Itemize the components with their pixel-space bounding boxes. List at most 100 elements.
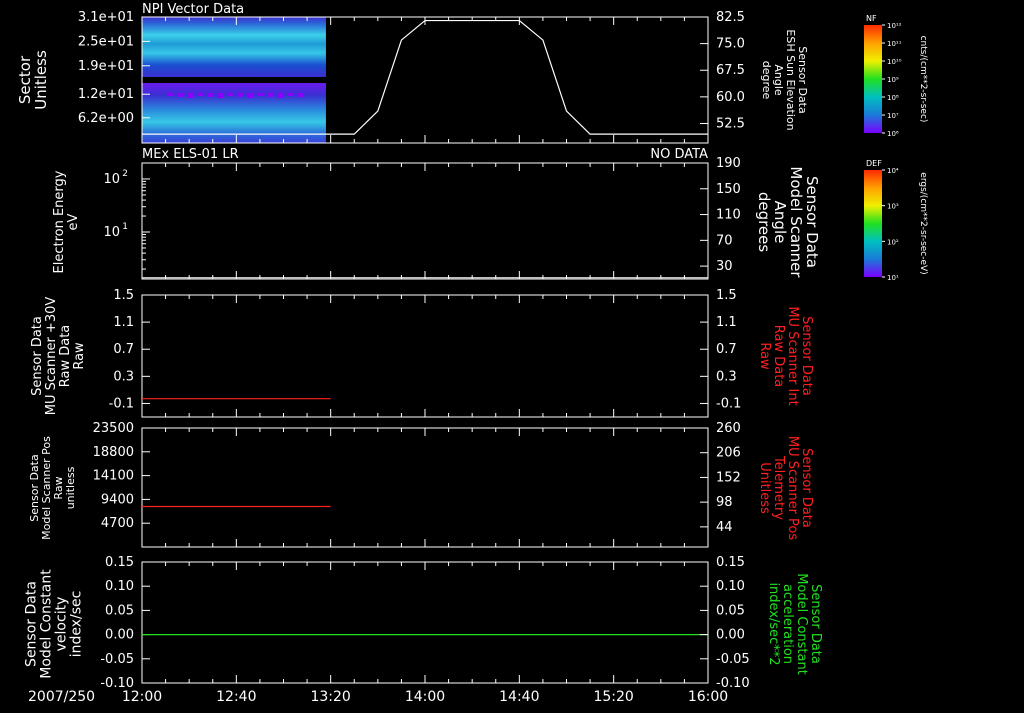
colorbar-tick-label: 10⁹ — [887, 76, 899, 84]
panel-5-right-ylabel-line: Sensor Data — [808, 584, 823, 664]
panel-5-right-ylabel-line: Model Constant — [794, 573, 809, 675]
panel-5-ylabel-line: Model Constant — [39, 569, 55, 679]
panel-3-right-ylabel-line: Raw — [757, 342, 772, 370]
panel-4-right-ylabel-line: Telemetry — [771, 455, 786, 520]
time-tick-label: 12:40 — [216, 689, 256, 705]
panel-3-ylabel-line: Raw — [72, 342, 87, 370]
heatmap-block-upper — [142, 17, 326, 77]
panel-4-right-ylabel-line: Sensor Data — [799, 448, 814, 528]
colorbar-tick-label: 10¹⁰ — [887, 58, 902, 66]
colorbar-tick-label: 10⁶ — [887, 130, 899, 138]
panel-5-ylabel-line: velocity — [54, 597, 70, 652]
right-y-tick-label: 152 — [716, 470, 741, 485]
panel-2-ylabel-line: Electron Energy — [52, 170, 67, 273]
panel-3-right-ylabel-line: MU Scanner Int — [785, 306, 800, 405]
panel-5-right-ylabel-line: acceleration — [780, 584, 795, 664]
right-y-tick-label: 0.3 — [716, 369, 737, 384]
right-y-tick-label: 110 — [716, 208, 741, 223]
right-y-tick-label: 30 — [716, 259, 733, 274]
time-tick-label: 12:00 — [122, 689, 162, 705]
heatmap-cell — [177, 93, 183, 97]
colorbar-nf — [864, 25, 882, 133]
time-tick-label: 14:40 — [499, 689, 539, 705]
heatmap-cell — [257, 93, 263, 96]
date-label: 2007/250 — [28, 689, 95, 705]
y-tick-label: 0.05 — [105, 603, 134, 618]
panel-3-ylabel: Sensor Data MU Scanner +30V Raw Data Raw — [30, 297, 87, 416]
panel-4-frame — [141, 427, 709, 548]
right-y-tick-label: 67.5 — [716, 63, 745, 78]
panel-5-right-ylabel-line: index/sec**2 — [766, 582, 781, 665]
right-y-tick-label: 82.5 — [716, 10, 745, 25]
y-tick-label: 3.1e+01 — [78, 10, 134, 25]
y-tick-label: 0.10 — [105, 579, 134, 594]
panel-4-right-ylabel-line: Unitless — [757, 462, 772, 514]
y-tick-label: -0.1 — [109, 396, 134, 411]
heatmap-cell — [247, 93, 253, 98]
y-tick-label: 10 — [103, 225, 120, 240]
right-y-tick-label: -0.05 — [716, 652, 750, 667]
panel-3-ylabel-line: Raw Data — [58, 325, 73, 388]
panel-2-frame — [141, 162, 709, 280]
right-y-tick-label: 260 — [716, 421, 741, 436]
y-tick-label: 9400 — [101, 492, 134, 507]
y-tick-label: 6.2e+00 — [78, 111, 134, 126]
y-tick-label: 0.3 — [113, 369, 134, 384]
panel-5-frame — [141, 561, 709, 684]
panel-4-ylabel-line: unitless — [64, 466, 77, 509]
y-tick-exponent: 1 — [122, 222, 128, 232]
heatmap-cell — [297, 93, 303, 97]
colorbar-unit-nf-line: cnts/(cm**2-sr-sec) — [918, 36, 928, 123]
right-y-tick-label: 150 — [716, 182, 741, 197]
panel-3-right-ylabel-line: Raw Data — [771, 325, 786, 388]
panel-1-ylabel: SectorUnitless — [16, 50, 50, 110]
right-y-tick-label: 0.05 — [716, 603, 745, 618]
heatmap-cell — [217, 93, 223, 98]
heatmap-cell — [187, 93, 193, 98]
panel-5-ylabel: Sensor Data Model Constant velocity index/s… — [24, 569, 85, 679]
y-tick-label: 0.15 — [105, 555, 134, 570]
panel-1-right-ylabel-line: degree — [760, 61, 773, 100]
y-tick-label: 1.2e+01 — [78, 87, 134, 102]
y-tick-label: 10 — [103, 172, 120, 187]
right-y-tick-label: 0.00 — [716, 628, 745, 643]
colorbar-tick-label: 10¹² — [887, 22, 902, 30]
colorbar-unit-nf: cnts/(cm**2-sr-sec) — [918, 36, 928, 123]
right-y-tick-label: 0.7 — [716, 342, 737, 357]
colorbar-title: NF — [866, 14, 877, 23]
colorbar-title: DEF — [866, 159, 882, 168]
no-data-label: NO DATA — [650, 147, 708, 162]
right-y-tick-label: 1.5 — [716, 288, 737, 303]
panel-4-right-ylabel: Sensor DataMU Scanner PosTelemetryUnitle… — [757, 436, 814, 541]
heatmap-cell — [207, 93, 213, 97]
heatmap-cell — [167, 93, 173, 96]
panel-2-right-ylabel-line: degrees — [755, 192, 773, 253]
y-tick-label: 0.00 — [105, 628, 134, 643]
time-tick-label: 14:00 — [405, 689, 445, 705]
panel-5-ylabel-line: index/sec — [69, 591, 85, 658]
time-tick-label: 15:20 — [593, 689, 633, 705]
panel-2-ylabel-line: eV — [66, 213, 81, 230]
y-tick-label: 1.5 — [113, 288, 134, 303]
y-tick-label: 4700 — [101, 516, 134, 531]
right-y-tick-label: 190 — [716, 156, 741, 171]
colorbar-tick-label: 10⁸ — [887, 94, 899, 102]
y-tick-label: 0.7 — [113, 342, 134, 357]
y-tick-label: 1.1 — [113, 315, 134, 330]
colorbar-tick-label: 10³ — [887, 203, 899, 211]
colorbar-tick-label: 10⁷ — [887, 112, 899, 120]
panel-2-right-ylabel: Sensor DataModel ScannerAngledegrees — [755, 166, 821, 278]
y-tick-label: 23500 — [93, 421, 134, 436]
y-tick-label: -0.05 — [100, 652, 134, 667]
colorbar-tick-label: 10² — [887, 238, 899, 246]
panel-3-right-ylabel-line: Sensor Data — [799, 316, 814, 396]
right-y-tick-label: 0.15 — [716, 555, 745, 570]
right-y-tick-label: 52.5 — [716, 116, 745, 131]
panel-1-title: NPI Vector Data — [142, 2, 244, 17]
colorbar-unit-def-line: ergs/(cm**2-sr-sec-eV) — [918, 172, 928, 274]
colorbar-unit-def: ergs/(cm**2-sr-sec-eV) — [918, 172, 928, 274]
right-y-tick-label: -0.1 — [716, 396, 741, 411]
panel-5-ylabel-line: Sensor Data — [24, 581, 40, 667]
time-tick-label: 13:20 — [310, 689, 350, 705]
right-y-tick-label: 0.10 — [716, 579, 745, 594]
